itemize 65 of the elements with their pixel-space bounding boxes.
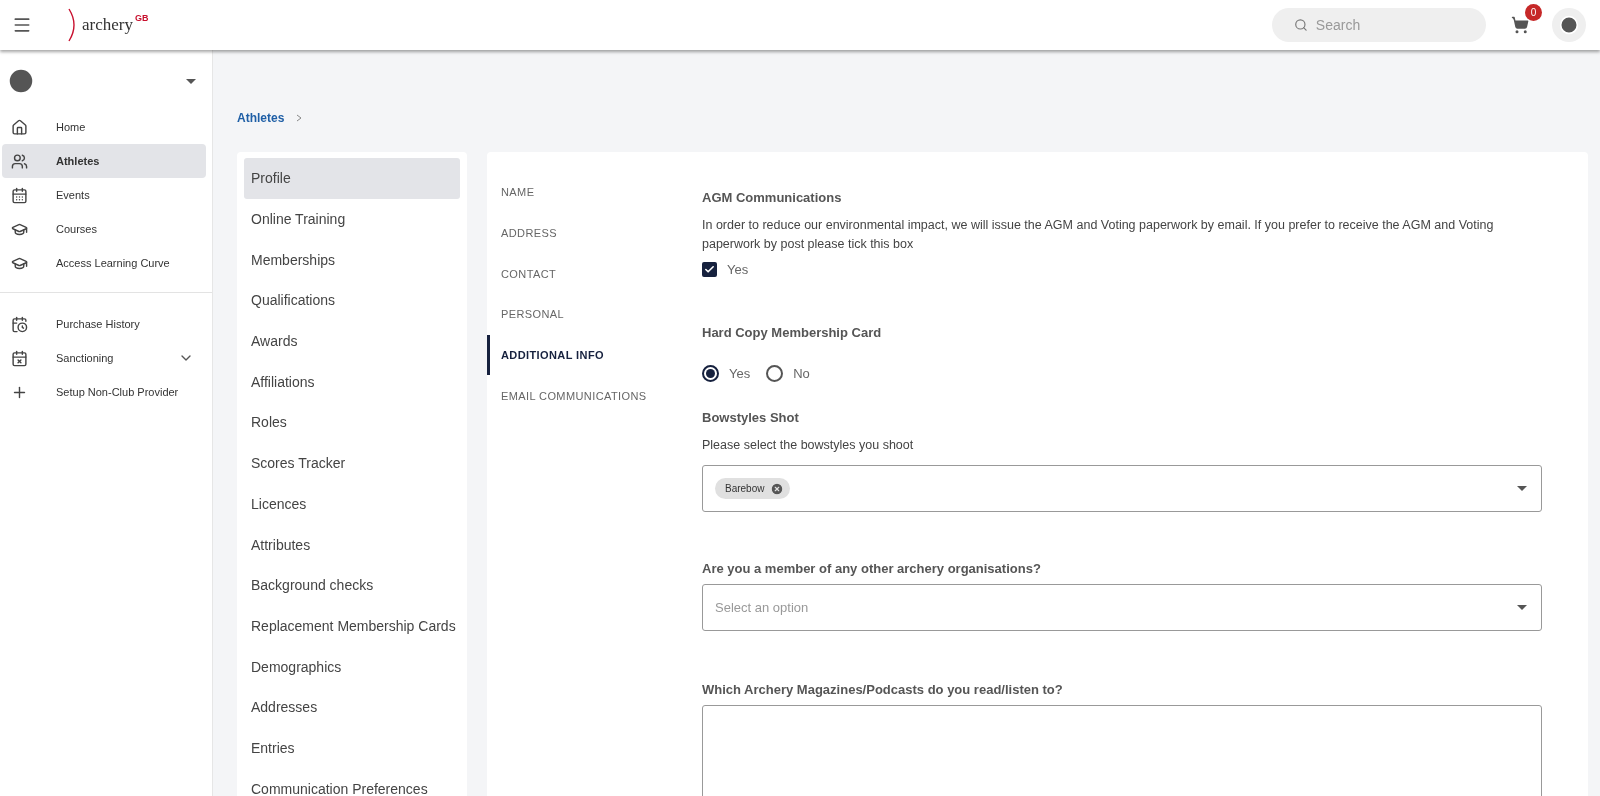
section-tab[interactable]: PERSONAL: [487, 294, 702, 335]
radio-button[interactable]: [766, 365, 784, 382]
home-icon: [11, 118, 28, 136]
profile-menu-item[interactable]: Roles: [244, 402, 460, 443]
sidebar-item[interactable]: Home: [2, 110, 206, 144]
profile-menu-item[interactable]: Memberships: [244, 239, 460, 281]
section-tab[interactable]: EMAIL COMMUNICATIONS: [487, 375, 702, 417]
profile-menu-item[interactable]: Communication Preferences: [244, 768, 460, 796]
section-tab[interactable]: ADDITIONAL INFO: [487, 334, 702, 376]
profile-menu-item[interactable]: Licences: [244, 483, 460, 525]
section-tab[interactable]: CONTACT: [487, 253, 702, 295]
checkbox-option[interactable]: Yes: [702, 262, 749, 277]
cart-count-badge: 0: [1525, 4, 1542, 21]
selected-chip: Barebow: [715, 478, 791, 499]
field-label: Are you a member of any other archery organisations?: [702, 561, 1042, 576]
breadcrumb-link[interactable]: Athletes: [237, 111, 285, 125]
profile-menu-item[interactable]: Profile: [244, 158, 460, 199]
dropdown-caret-icon: [1517, 605, 1527, 610]
profile-menu-item[interactable]: Replacement Membership Cards: [244, 605, 460, 647]
profile-menu-item[interactable]: Entries: [244, 727, 460, 769]
sidebar-item[interactable]: Access Learning Curve: [2, 246, 206, 280]
section-tab[interactable]: ADDRESS: [487, 212, 702, 254]
field-label: AGM Communications: [702, 190, 843, 205]
search-bar[interactable]: Search: [1272, 8, 1486, 42]
calendar-clock-icon: [11, 315, 28, 333]
sidebar-item[interactable]: Sanctioning: [2, 341, 206, 375]
user-icon: [1559, 15, 1579, 35]
profile-menu-item[interactable]: Background checks: [244, 564, 460, 606]
profile-menu-item[interactable]: Demographics: [244, 646, 460, 687]
sidebar-item[interactable]: Setup Non-Club Provider: [2, 375, 206, 409]
sidebar-item[interactable]: Purchase History: [2, 307, 206, 341]
check-icon: [704, 264, 715, 275]
field-label: Bowstyles Shot: [702, 410, 800, 425]
checkbox[interactable]: [702, 262, 717, 277]
field-label: Which Archery Magazines/Podcasts do you read/listen to?: [702, 682, 1064, 697]
sidebar-item[interactable]: Courses: [2, 212, 206, 246]
profile-menu-item[interactable]: Scores Tracker: [244, 442, 460, 484]
profile-menu-item[interactable]: Addresses: [244, 686, 460, 728]
dropdown-caret-icon: [1517, 486, 1527, 491]
people-icon: [11, 152, 28, 170]
section-tab[interactable]: NAME: [487, 172, 702, 213]
profile-menu-item[interactable]: Qualifications: [244, 280, 460, 321]
remove-icon[interactable]: [770, 481, 785, 496]
profile-menu-item[interactable]: Affiliations: [244, 361, 460, 403]
radio-option[interactable]: Yes: [702, 365, 751, 382]
profile-menu-item[interactable]: Attributes: [244, 524, 460, 565]
dropdown-caret-icon: [186, 78, 196, 84]
cart-icon: [1511, 16, 1529, 34]
calendar-icon: [11, 186, 28, 204]
field-description: In order to reduce our environmental impact, we will issue the AGM and Voting paperwork by email. If you prefer to receive the AGM and Voting paperwork by post please tick this box: [702, 217, 1495, 253]
profile-menu-item[interactable]: Online Training: [244, 198, 460, 240]
radio-button[interactable]: [702, 365, 719, 382]
calendar-icon: [11, 349, 28, 367]
search-input[interactable]: Search: [1313, 16, 1472, 34]
radio-option[interactable]: No: [766, 365, 810, 382]
search-icon: [1294, 17, 1308, 33]
account-button[interactable]: [1552, 8, 1586, 42]
field-label: Hard Copy Membership Card: [702, 325, 883, 340]
sidebar-item[interactable]: Events: [2, 178, 206, 212]
user-avatar-icon[interactable]: [6, 66, 36, 96]
chevron-right-icon: [296, 114, 303, 122]
field-description: Please select the bowstyles you shoot: [702, 437, 915, 454]
sidebar-item[interactable]: Athletes: [2, 144, 206, 178]
multi-select-field[interactable]: Barebow: [702, 465, 1542, 512]
profile-menu-item[interactable]: Awards: [244, 320, 460, 362]
